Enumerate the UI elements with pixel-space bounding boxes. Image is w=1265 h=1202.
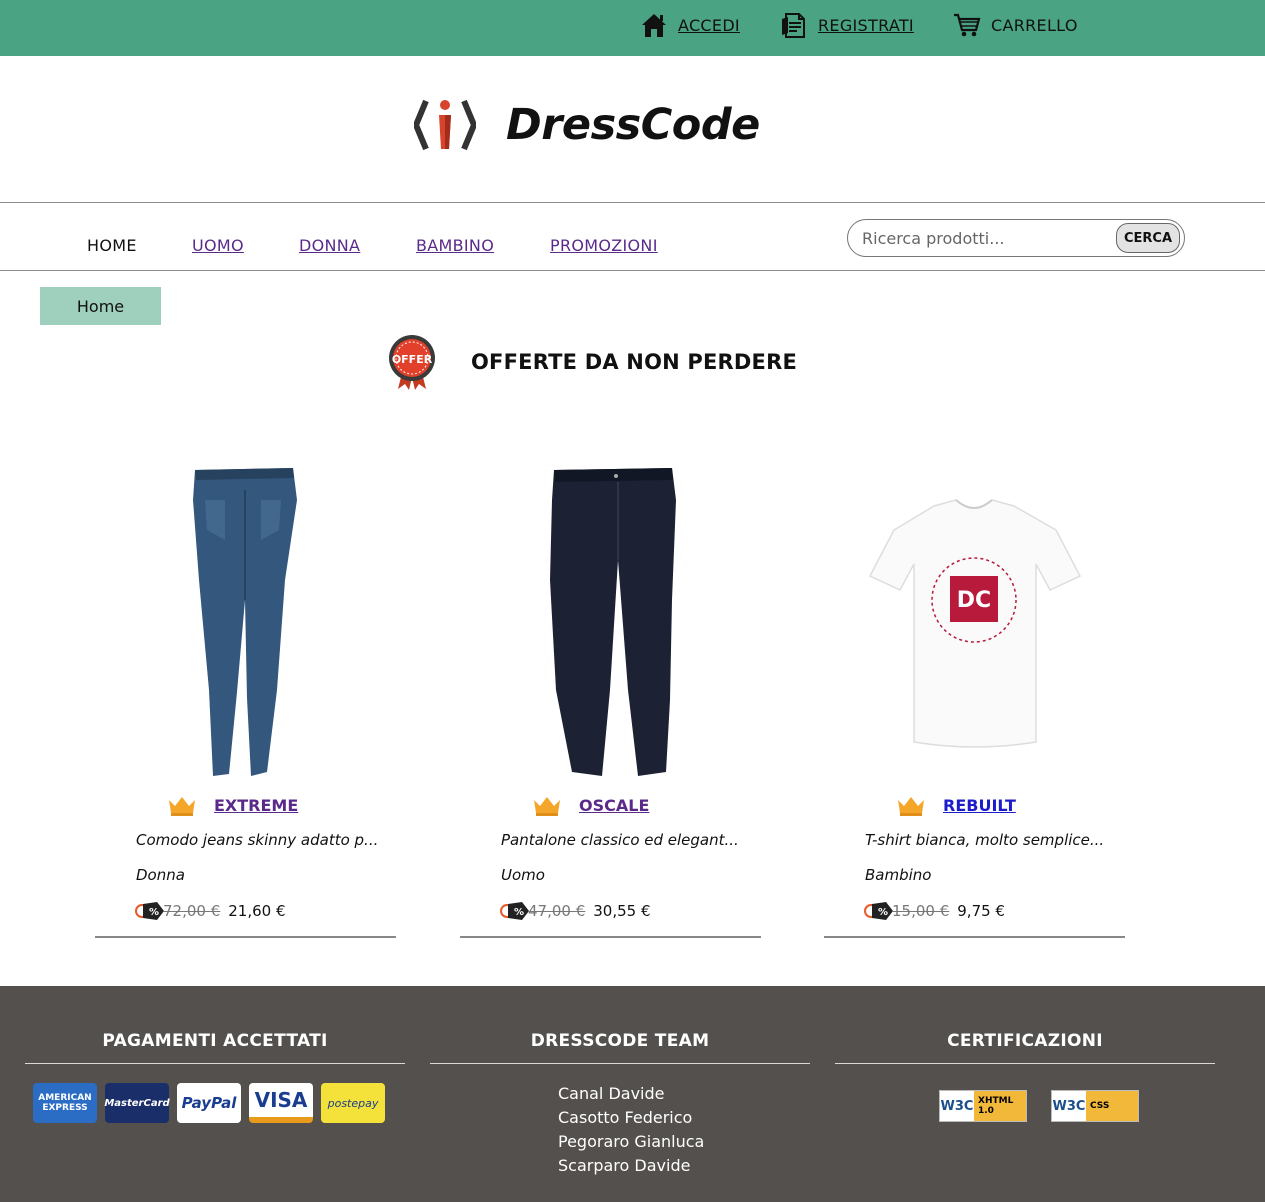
svg-text:%: % [149, 907, 159, 918]
product-card[interactable]: DC REBUILT T-shirt bianca, molto semplic… [824, 460, 1125, 938]
price-line: % 47,00 € 30,55 € [500, 900, 651, 922]
w3c-label: CSS [1086, 1091, 1138, 1121]
paypal-logo: PayPal [177, 1083, 241, 1123]
brand-line: OSCALE [532, 794, 649, 816]
main-nav: HOME UOMO DONNA BAMBINO PROMOZIONI CERCA [0, 202, 1265, 271]
offers-header: OFFER OFFERTE DA NON PERDERE [388, 333, 797, 391]
offer-badge-icon: OFFER [389, 335, 435, 390]
cart-icon [954, 13, 981, 37]
login-label: ACCEDI [678, 15, 740, 35]
logo-mark-icon [414, 99, 476, 151]
payment-logos: AMERICAN EXPRESS MasterCard PayPal VISA … [33, 1083, 393, 1123]
nav-item-promozioni[interactable]: PROMOZIONI [550, 236, 658, 255]
svg-text:%: % [514, 907, 524, 918]
postepay-logo: postepay [321, 1083, 385, 1123]
footer: PAGAMENTI ACCETTATI AMERICAN EXPRESS Mas… [0, 986, 1265, 1202]
brand-line: EXTREME [167, 794, 298, 816]
brand-line: REBUILT [896, 794, 1016, 816]
offers-title: OFFERTE DA NON PERDERE [471, 350, 798, 374]
product-brand-link[interactable]: REBUILT [943, 796, 1016, 815]
divider [25, 1063, 405, 1064]
product-description: T-shirt bianca, molto semplice... [865, 831, 1105, 849]
old-price: 72,00 € [163, 902, 221, 920]
product-card[interactable]: EXTREME Comodo jeans skinny adatto p... … [95, 460, 396, 938]
search-box: CERCA [847, 219, 1185, 257]
nav-item-uomo[interactable]: UOMO [192, 236, 244, 255]
register-label: REGISTRATI [818, 15, 914, 35]
cart-link[interactable]: CARRELLO [953, 0, 1078, 50]
skinny-jeans-picture [193, 468, 297, 776]
discount-tag-icon: % [500, 902, 529, 920]
svg-text:%: % [878, 907, 888, 918]
breadcrumb: Home [40, 287, 161, 325]
product-image[interactable] [95, 460, 396, 782]
new-price: 9,75 € [957, 902, 1005, 920]
cart-label: CARRELLO [991, 15, 1078, 35]
new-price: 30,55 € [593, 902, 651, 920]
w3c-xhtml-badge[interactable]: W3C XHTML 1.0 [939, 1090, 1027, 1122]
discount-tag-icon: % [135, 902, 164, 920]
offer-badge-text: OFFER [392, 353, 433, 366]
breadcrumb-current: Home [76, 296, 125, 316]
team-list: Canal Davide Casotto Federico Pegoraro G… [558, 1082, 704, 1178]
svg-text:DC: DC [957, 588, 991, 613]
w3c-mark: W3C [1052, 1098, 1086, 1114]
team-member: Pegoraro Gianluca [558, 1132, 705, 1151]
product-category: Bambino [865, 866, 932, 884]
form-icon [782, 13, 805, 38]
dark-trousers-picture [550, 468, 676, 776]
login-link[interactable]: ACCEDI [640, 0, 740, 50]
brand-name: DressCode [506, 100, 760, 150]
crown-icon [169, 797, 195, 816]
team-title: DRESSCODE TEAM [530, 1031, 710, 1051]
team-member: Canal Davide [558, 1084, 665, 1103]
product-description: Comodo jeans skinny adatto p... [136, 831, 379, 849]
divider [430, 1063, 810, 1064]
certs-title: CERTIFICAZIONI [947, 1031, 1103, 1051]
nav-item-bambino[interactable]: BAMBINO [416, 236, 494, 255]
product-category: Donna [136, 866, 185, 884]
product-brand-link[interactable]: OSCALE [579, 796, 649, 815]
divider [835, 1063, 1215, 1064]
nav-item-donna[interactable]: DONNA [299, 236, 360, 255]
product-card[interactable]: OSCALE Pantalone classico ed elegant... … [460, 460, 761, 938]
product-brand-link[interactable]: EXTREME [214, 796, 298, 815]
price-line: % 72,00 € 21,60 € [135, 900, 286, 922]
w3c-label: XHTML 1.0 [974, 1091, 1026, 1121]
register-link[interactable]: REGISTRATI [780, 0, 914, 50]
w3c-mark: W3C [940, 1098, 974, 1114]
old-price: 47,00 € [528, 902, 586, 920]
payments-title: PAGAMENTI ACCETTATI [102, 1031, 328, 1051]
nav-item-home[interactable]: HOME [87, 236, 137, 255]
team-member: Casotto Federico [558, 1108, 693, 1127]
amex-logo: AMERICAN EXPRESS [33, 1083, 97, 1123]
search-button[interactable]: CERCA [1116, 223, 1180, 253]
site-logo[interactable]: DressCode [414, 95, 760, 155]
search-input[interactable] [862, 227, 1112, 249]
product-description: Pantalone classico ed elegant... [501, 831, 739, 849]
product-image[interactable]: DC [824, 460, 1125, 782]
home-icon [642, 14, 666, 37]
top-bar: ACCEDI REGISTRATI CARRELLO [0, 0, 1265, 56]
team-member: Scarparo Davide [558, 1156, 691, 1175]
crown-icon [534, 797, 560, 816]
white-tshirt-picture: DC [868, 499, 1082, 748]
crown-icon [898, 797, 924, 816]
product-image[interactable] [460, 460, 761, 782]
w3c-css-badge[interactable]: W3C CSS [1051, 1090, 1139, 1122]
mastercard-logo: MasterCard [104, 1083, 170, 1123]
new-price: 21,60 € [228, 902, 286, 920]
old-price: 15,00 € [892, 902, 950, 920]
visa-logo: VISA [249, 1083, 313, 1123]
discount-tag-icon: % [864, 902, 893, 920]
product-category: Uomo [501, 866, 545, 884]
price-line: % 15,00 € 9,75 € [864, 900, 1005, 922]
